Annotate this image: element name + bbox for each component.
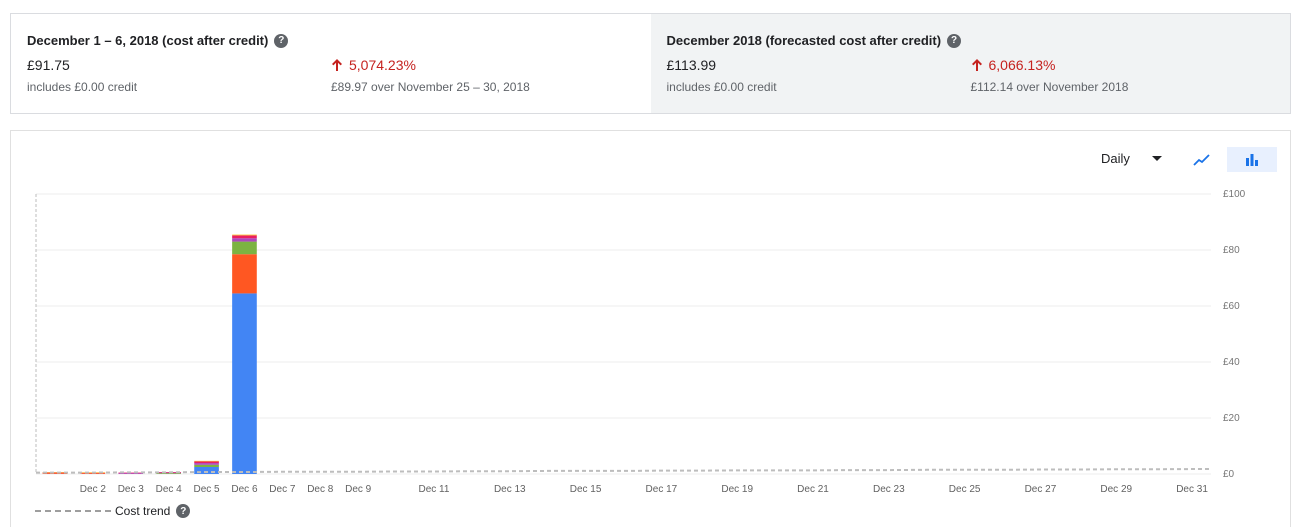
y-tick-label: £60 [1223,301,1240,312]
bar-segment [194,461,219,464]
x-tick-label: Dec 27 [1025,484,1057,495]
y-tick-label: £20 [1223,413,1240,424]
y-tick-label: £40 [1223,357,1240,368]
x-tick-label: Dec 4 [156,484,183,495]
actual-cost-change-pct: 5,074.23% [349,57,416,73]
cost-chart: £100 £80 £60 £40 £20 £0 Dec 2 Dec 3 Dec 4 Dec 5 De… [35,189,1246,495]
x-tick-label: Dec 17 [646,484,678,495]
forecast-cost-credit: includes £0.00 credit [666,80,777,94]
forecast-cost-change-pct: 6,066.13% [988,57,1056,73]
arrow-up-icon [971,59,982,71]
forecast-cost-title: December 2018 (forecasted cost after cre… [667,33,962,48]
x-tick-label: Dec 7 [269,484,296,495]
bar-segment [232,238,257,242]
bar-segment [194,464,219,467]
trend-legend-swatch [35,510,111,512]
actual-cost-title-text: December 1 – 6, 2018 (cost after credit) [27,33,269,48]
x-tick-label: Dec 23 [873,484,905,495]
x-tick-label: Dec 6 [231,484,258,495]
help-icon[interactable]: ? [947,33,962,48]
x-tick-label: Dec 15 [570,484,602,495]
bar-segment [232,234,257,236]
x-tick-label: Dec 9 [345,484,372,495]
x-tick-label: Dec 25 [949,484,981,495]
actual-cost-credit: includes £0.00 credit [27,80,138,94]
help-icon[interactable]: ? [274,33,289,48]
forecast-cost-comparison: £112.14 over November 2018 [970,80,1129,94]
x-tick-label: Dec 2 [80,484,107,495]
bar-segment [156,473,181,474]
trend-legend-label: Cost trend [115,504,171,518]
bar-segment [232,293,257,474]
x-tick-label: Dec 31 [1176,484,1208,495]
chart-legend: Cost trend ? [35,504,191,518]
actual-cost-comparison: £89.97 over November 25 – 30, 2018 [331,80,530,94]
summary-cards: December 1 – 6, 2018 (cost after credit)… [10,13,1291,114]
x-tick-label: Dec 13 [494,484,526,495]
forecast-cost-value: £113.99 [666,57,717,73]
actual-cost-change: 5,074.23% [331,57,416,73]
x-tick-label: Dec 29 [1100,484,1132,495]
x-tick-label: Dec 21 [797,484,829,495]
actual-cost-value: £91.75 [27,57,70,73]
bar-segment [232,241,257,255]
actual-cost-title: December 1 – 6, 2018 (cost after credit)… [27,33,289,48]
x-tick-label: Dec 8 [307,484,334,495]
forecast-cost-card: December 2018 (forecasted cost after cre… [650,14,1290,113]
x-tick-label: Dec 5 [194,484,221,495]
forecast-cost-change: 6,066.13% [971,57,1056,73]
actual-cost-card: December 1 – 6, 2018 (cost after credit)… [11,14,651,113]
bar-segment [194,463,219,465]
y-tick-label: £100 [1223,189,1246,200]
y-tick-label: £0 [1223,469,1235,480]
arrow-up-icon [332,59,342,71]
bar-segment [232,254,257,294]
cost-chart-panel: Daily £100 £80 £60 £40 £20 £0 Dec 2 Dec 3 Dec 4D… [10,130,1291,527]
y-tick-label: £80 [1223,245,1240,256]
x-tick-label: Dec 19 [721,484,753,495]
help-icon[interactable]: ? [176,504,191,518]
bar-segment [232,235,257,239]
forecast-cost-title-text: December 2018 (forecasted cost after cre… [666,33,942,48]
bar-segment [194,460,219,462]
x-tick-label: Dec 3 [118,484,145,495]
x-tick-label: Dec 11 [419,484,450,495]
